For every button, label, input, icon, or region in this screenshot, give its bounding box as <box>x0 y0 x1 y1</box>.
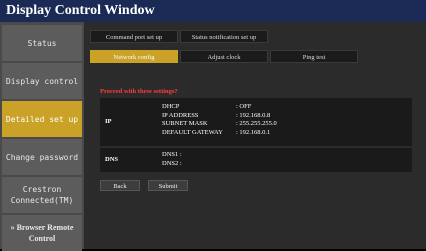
ip-row-default-gateway: DEFAULT GATEWAY : 192.168.0.1 <box>162 129 277 138</box>
main-panel: Command port set up Status notification … <box>84 22 426 249</box>
dns-settings-panel: DNS DNS1 : DNS2 : <box>100 148 412 172</box>
sidebar-item-status[interactable]: Status <box>2 25 82 61</box>
ip-key: DHCP <box>162 103 180 110</box>
confirm-prompt: Proceed with these settings? <box>100 88 178 95</box>
ip-settings-panel: IP DHCP : OFF IP ADDRESS : 192.168.0.8 SUB… <box>100 98 412 146</box>
submit-button[interactable]: Submit <box>148 180 188 191</box>
ip-settings-list: DHCP : OFF IP ADDRESS : 192.168.0.8 SUBNET… <box>162 103 277 137</box>
ip-key: SUBNET MASK <box>162 120 208 127</box>
dns-settings-list: DNS1 : DNS2 : <box>162 151 182 168</box>
ip-row-dhcp: DHCP : OFF <box>162 103 277 112</box>
ip-label: IP <box>105 118 112 125</box>
tab-command-port-set-up[interactable]: Command port set up <box>90 30 178 43</box>
back-button[interactable]: Back <box>100 180 140 191</box>
tab-status-notification-set-up[interactable]: Status notification set up <box>180 30 268 43</box>
dns-label: DNS <box>105 156 119 163</box>
sidebar: Status Display control Detailed set up C… <box>0 22 84 251</box>
dns-row-1: DNS1 : <box>162 151 182 160</box>
sidebar-item-detailed-set-up[interactable]: Detailed set up <box>2 101 82 137</box>
ip-value: : 192.168.0.8 <box>236 111 271 119</box>
tab-network-config[interactable]: Network config <box>90 50 178 63</box>
ip-key: IP ADDRESS <box>162 111 199 119</box>
ip-key: DEFAULT GATEWAY <box>162 128 223 136</box>
ip-value: : 255.255.255.0 <box>236 120 277 127</box>
display-control-window: Display Control Window Status Display co… <box>0 0 426 251</box>
dns-key: DNS2 : <box>162 159 182 167</box>
window-title: Display Control Window <box>0 0 426 22</box>
ip-row-subnet-mask: SUBNET MASK : 255.255.255.0 <box>162 120 277 129</box>
ip-value: : 192.168.0.1 <box>236 128 271 136</box>
ip-row-ip-address: IP ADDRESS : 192.168.0.8 <box>162 112 277 121</box>
sidebar-item-crestron-connected[interactable]: Crestron Connected(TM) <box>2 177 82 213</box>
dns-key: DNS1 : <box>162 151 182 158</box>
dns-row-2: DNS2 : <box>162 160 182 169</box>
sidebar-item-change-password[interactable]: Change password <box>2 139 82 175</box>
sidebar-item-browser-remote-control[interactable]: » Browser Remote Control <box>2 215 82 251</box>
tab-ping-test[interactable]: Ping test <box>270 50 358 63</box>
ip-value: : OFF <box>236 103 252 110</box>
sidebar-item-display-control[interactable]: Display control <box>2 63 82 99</box>
tab-adjust-clock[interactable]: Adjust clock <box>180 50 268 63</box>
